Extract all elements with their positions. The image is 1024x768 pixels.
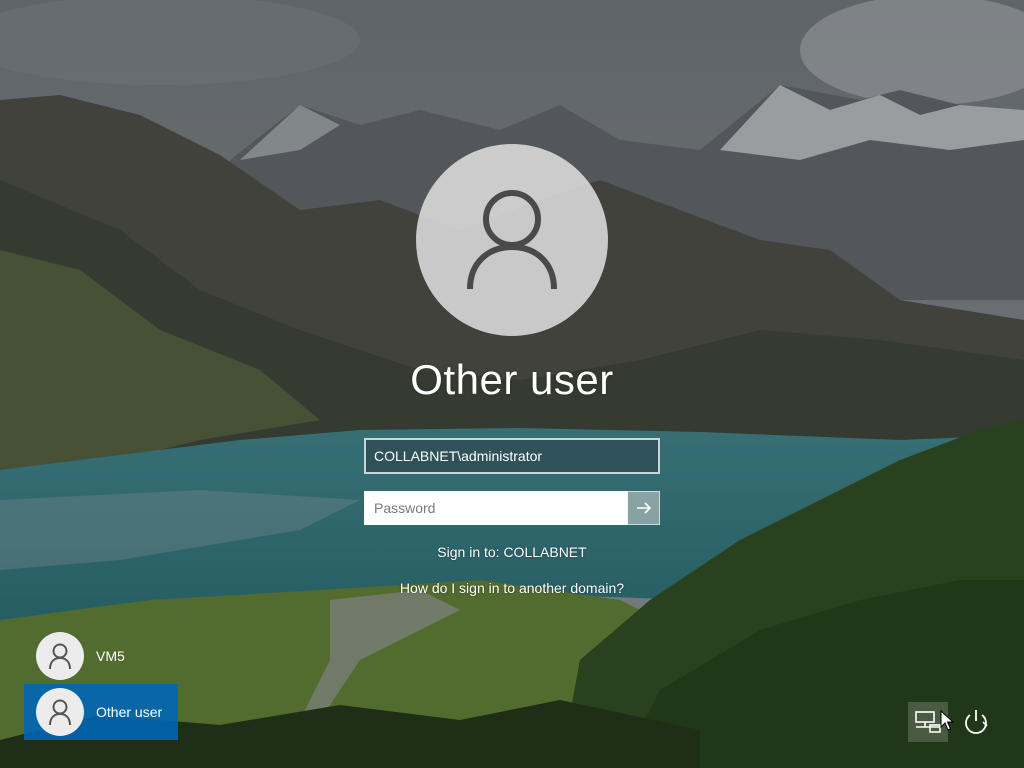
user-icon xyxy=(49,699,71,726)
user-tile-vm5[interactable]: VM5 xyxy=(24,628,178,684)
network-icon xyxy=(915,711,941,733)
user-avatar-large xyxy=(416,144,608,336)
mouse-cursor xyxy=(940,710,954,731)
username-field[interactable] xyxy=(364,438,660,474)
password-field[interactable] xyxy=(364,491,628,525)
signin-domain-text: Sign in to: COLLABNET xyxy=(437,544,587,560)
selected-username: Other user xyxy=(410,356,614,403)
tile-username: VM5 xyxy=(96,648,125,664)
arrow-right-icon xyxy=(636,502,651,514)
user-tile-other-user[interactable]: Other user xyxy=(24,684,178,740)
tile-avatar xyxy=(36,632,84,680)
tile-username: Other user xyxy=(96,704,163,720)
power-icon xyxy=(965,710,988,734)
user-icon xyxy=(467,190,557,290)
submit-arrow-button[interactable] xyxy=(627,491,660,525)
power-button[interactable] xyxy=(956,702,996,742)
tile-avatar xyxy=(36,688,84,736)
another-domain-link[interactable]: How do I sign in to another domain? xyxy=(0,580,1024,596)
user-icon xyxy=(49,643,71,670)
